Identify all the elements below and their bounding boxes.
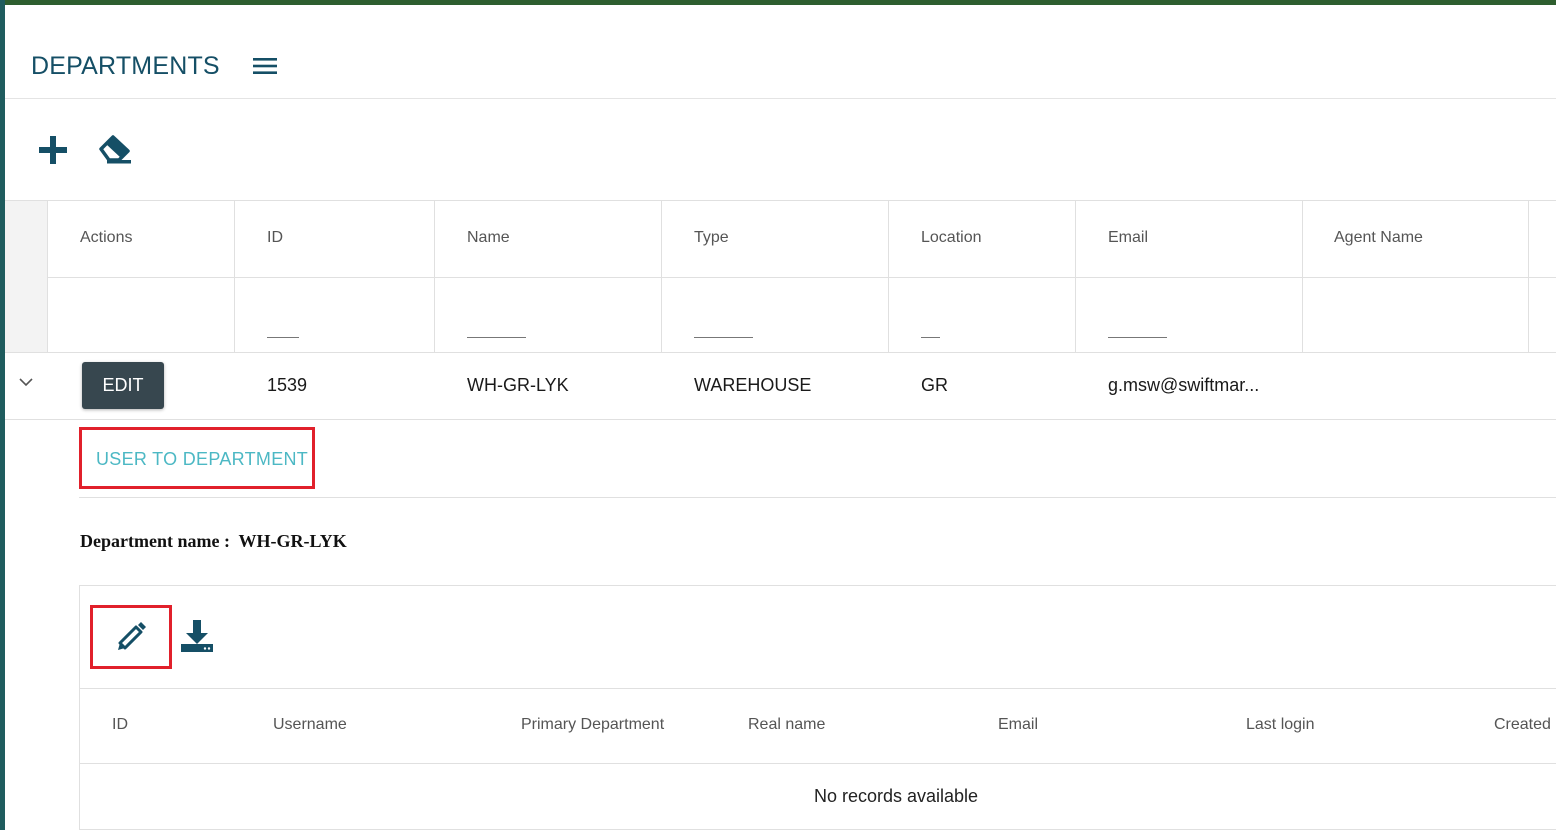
filter-input-location[interactable] <box>921 337 940 338</box>
column-header-agent-name[interactable]: Agent Name <box>1334 229 1423 247</box>
page-header: DEPARTMENTS <box>5 5 1556 99</box>
edit-users-button[interactable] <box>90 605 172 669</box>
row-gutter <box>5 201 48 277</box>
grid-header-row: Actions ID Name Type Location Email Agen… <box>5 201 1556 278</box>
filter-input-type[interactable] <box>694 337 753 338</box>
column-header-actions[interactable]: Actions <box>80 229 132 247</box>
column-header-name[interactable]: Name <box>467 229 510 247</box>
column-header-primary-department[interactable]: Primary Department <box>521 716 664 734</box>
hamburger-menu-icon[interactable] <box>253 55 279 77</box>
users-grid-header: ID Username Primary Department Real name… <box>80 688 1556 764</box>
cell-location: GR <box>921 375 948 395</box>
department-name-caption: Department name : <box>80 531 230 551</box>
edit-button[interactable]: EDIT <box>82 362 164 409</box>
download-icon[interactable] <box>180 619 214 653</box>
grid-toolbar <box>5 99 1556 200</box>
no-records-message: No records available <box>813 786 979 806</box>
filter-input-id[interactable] <box>267 337 299 338</box>
column-header-email[interactable]: Email <box>1108 229 1148 247</box>
row-gutter <box>5 277 48 352</box>
column-header-last-login[interactable]: Last login <box>1246 716 1315 734</box>
cell-email: g.msw@swiftmar... <box>1108 375 1260 395</box>
users-grid: ID Username Primary Department Real name… <box>79 585 1556 830</box>
plus-icon[interactable] <box>38 135 68 165</box>
column-header-username[interactable]: Username <box>273 716 347 734</box>
column-header-type[interactable]: Type <box>694 229 729 247</box>
column-header-user-email[interactable]: Email <box>998 716 1038 734</box>
cell-name: WH-GR-LYK <box>467 375 569 395</box>
page-title: DEPARTMENTS <box>31 52 220 80</box>
column-header-user-id[interactable]: ID <box>112 716 128 734</box>
cell-id: 1539 <box>267 375 308 395</box>
column-header-id[interactable]: ID <box>267 229 283 247</box>
row-detail-panel: USER TO DEPARTMENT Department name : WH-… <box>5 419 1556 830</box>
cell-type: WAREHOUSE <box>694 375 812 395</box>
table-row[interactable]: EDIT 1539 WH-GR-LYK WAREHOUSE GR g.msw@s… <box>5 352 1556 420</box>
pencil-icon <box>118 622 146 650</box>
tab-label: USER TO DEPARTMENT <box>96 449 309 469</box>
filter-input-email[interactable] <box>1108 337 1167 338</box>
filter-input-name[interactable] <box>467 337 526 338</box>
column-header-real-name[interactable]: Real name <box>748 716 825 734</box>
chevron-down-icon[interactable] <box>18 374 34 395</box>
tab-user-to-department[interactable]: USER TO DEPARTMENT <box>79 427 315 489</box>
filter-row <box>5 277 1556 353</box>
department-name-value: WH-GR-LYK <box>238 531 347 551</box>
detail-tab-bar: USER TO DEPARTMENT <box>79 419 1556 498</box>
column-header-location[interactable]: Location <box>921 229 982 247</box>
column-header-created[interactable]: Created <box>1494 716 1551 734</box>
eraser-icon[interactable] <box>97 133 133 165</box>
department-name-label: Department name : WH-GR-LYK <box>80 531 347 552</box>
users-grid-toolbar <box>80 586 1556 689</box>
departments-grid: Actions ID Name Type Location Email Agen… <box>5 200 1556 420</box>
